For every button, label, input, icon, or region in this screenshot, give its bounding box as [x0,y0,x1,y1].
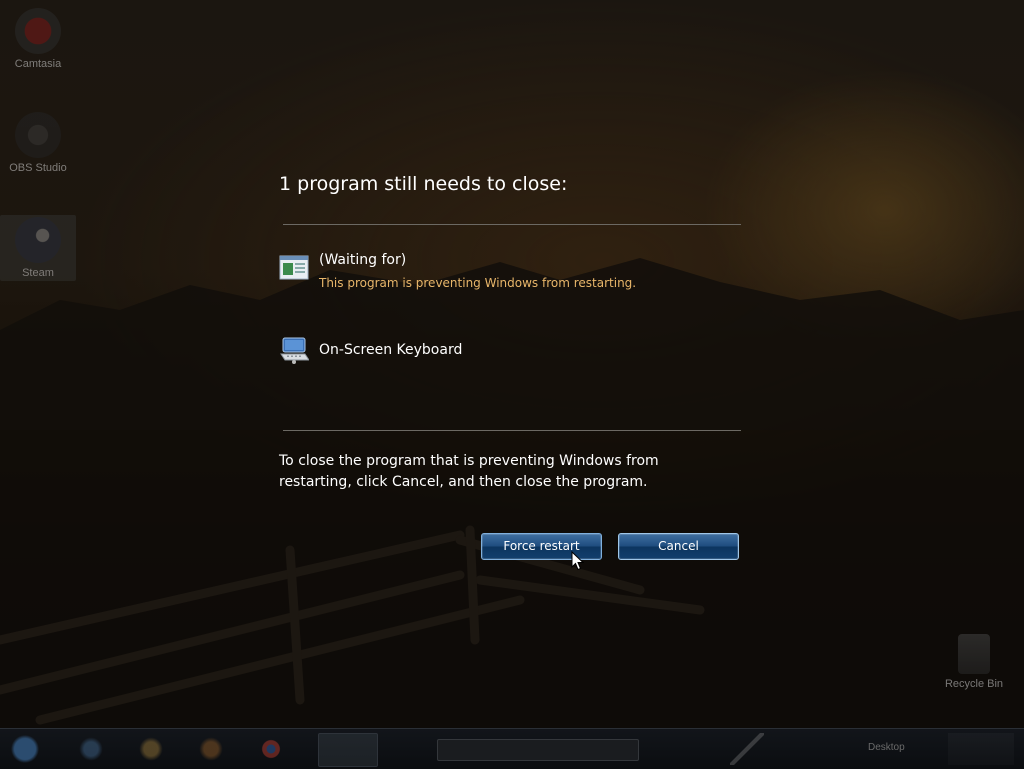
taskbar: Desktop [0,728,1024,769]
program-list-item: On-Screen Keyboard [279,336,739,370]
desktop-icon-steam[interactable]: Steam [0,215,76,281]
app-icon[interactable] [318,733,378,767]
bottom-divider [283,430,741,431]
record-icon [15,8,61,54]
steam-icon [15,217,61,263]
cancel-button[interactable]: Cancel [618,533,739,560]
desktop-icon-label: Camtasia [14,58,62,70]
dialog-message: To close the program that is preventing … [279,453,659,490]
program-name: On-Screen Keyboard [319,342,463,358]
desktop-wallpaper [0,258,1024,730]
dialog-title: 1 program still needs to close: [279,173,568,195]
start-orb-icon[interactable] [8,733,42,765]
mouse-pointer-icon [571,551,585,571]
desktop-icon-recycle-bin[interactable]: Recycle Bin [936,634,1012,690]
explorer-icon[interactable] [74,733,108,765]
folder-icon[interactable] [134,733,168,765]
program-status-text: This program is preventing Windows from … [319,276,637,290]
program-name: (Waiting for) [319,252,407,268]
desktop-icon-camtasia[interactable]: Camtasia [0,8,76,70]
desktop-icon-label: Recycle Bin [944,678,1004,690]
program-list-item: (Waiting for) This program is preventing… [279,252,739,293]
tray-label: Desktop [868,742,905,753]
obs-icon [15,112,61,158]
keyboard-icon [280,337,309,364]
top-divider [283,224,741,225]
desktop-icon-obs[interactable]: OBS Studio [0,112,76,174]
chrome-icon[interactable] [254,733,288,765]
recycle-bin-icon [958,634,990,674]
pen-icon[interactable] [730,733,764,765]
clock[interactable] [948,733,1014,765]
desktop-icon-label: Steam [22,267,54,279]
window-app-icon [279,255,309,280]
media-icon[interactable] [194,733,228,765]
taskbar-search-input[interactable] [437,739,639,761]
desktop-icon-label: OBS Studio [9,162,67,174]
